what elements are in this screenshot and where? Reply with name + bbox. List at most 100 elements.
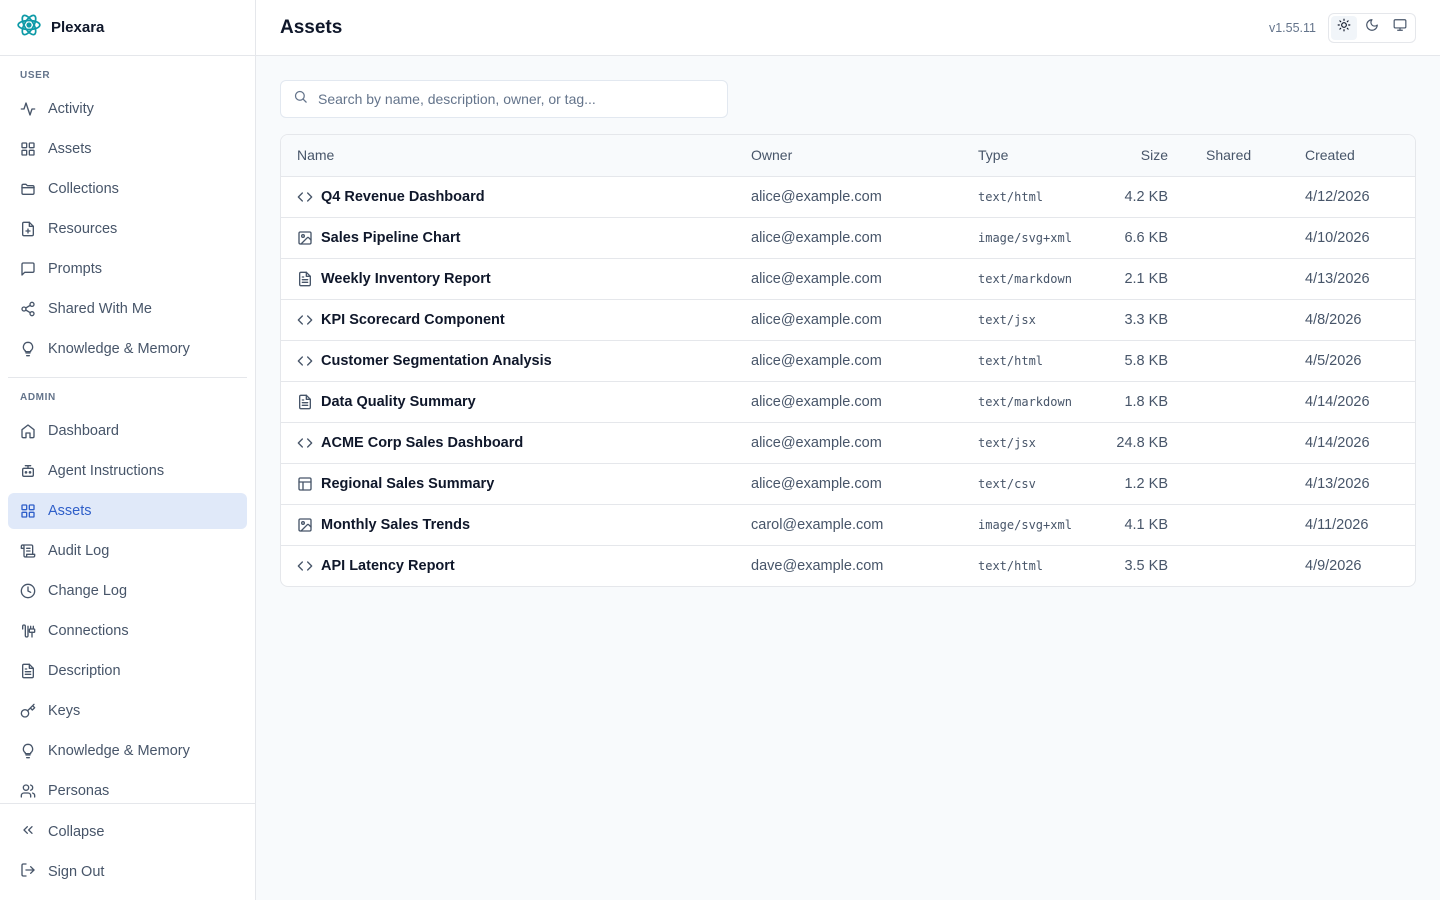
column-header-shared[interactable]: Shared [1184,135,1289,177]
assets-table: Name Owner Type Size Shared Created Q4 R… [280,134,1416,587]
page-title: Assets [280,16,343,38]
table-row[interactable]: Monthly Sales Trends carol@example.com ima… [281,504,1415,546]
sidebar-item-admin-keys[interactable]: Keys [8,693,247,729]
name-cell: API Latency Report [281,545,735,586]
activity-icon [20,101,36,117]
collapse-label: Collapse [48,824,105,840]
created-cell: 4/10/2026 [1289,217,1415,259]
sidebar-item-label: Prompts [48,261,102,277]
type-cell: text/html [962,340,1092,382]
asset-name[interactable]: Customer Segmentation Analysis [321,353,552,369]
table-row[interactable]: Regional Sales Summary alice@example.com t… [281,463,1415,505]
system-theme-button[interactable] [1387,16,1413,40]
sidebar-item-prompts[interactable]: Prompts [8,251,247,287]
name-cell: Weekly Inventory Report [281,258,735,300]
sidebar-item-admin-dashboard[interactable]: Dashboard [8,413,247,449]
sidebar-item-label: Activity [48,101,94,117]
owner-cell: dave@example.com [751,557,884,574]
code-icon [297,189,313,205]
asset-name[interactable]: Monthly Sales Trends [321,517,470,533]
log-out-icon [20,862,36,882]
sidebar-item-admin-personas[interactable]: Personas [8,773,247,803]
column-header-created[interactable]: Created [1289,135,1415,177]
sidebar-item-label: Knowledge & Memory [48,341,190,357]
type-value: text/csv [978,476,1036,491]
name-cell: Data Quality Summary [281,381,735,423]
shared-cell [1184,258,1289,300]
search-box [280,80,728,118]
size-cell: 3.5 KB [1124,557,1168,574]
table-row[interactable]: KPI Scorecard Component alice@example.com… [281,299,1415,341]
owner-cell: alice@example.com [735,422,962,464]
sidebar-item-admin-audit-log[interactable]: Audit Log [8,533,247,569]
asset-name[interactable]: API Latency Report [321,558,455,574]
sidebar-item-label: Audit Log [48,543,110,559]
sidebar-nav: USER Activity Assets Collections Resources P… [0,56,255,803]
sidebar: Plexara USER Activity Assets Collections Re… [0,0,256,900]
sidebar-item-label: Assets [48,141,92,157]
asset-name[interactable]: Data Quality Summary [321,394,476,410]
sidebar-item-activity[interactable]: Activity [8,91,247,127]
type-value: text/html [978,353,1044,368]
sidebar-item-label: Assets [48,503,92,519]
sidebar-item-shared-with-me[interactable]: Shared With Me [8,291,247,327]
folder-icon [20,181,36,197]
type-value: text/jsx [978,312,1036,327]
owner-cell: alice@example.com [735,299,962,341]
type-cell: text/markdown [962,381,1092,423]
sidebar-item-admin-knowledge-and-memory[interactable]: Knowledge & Memory [8,733,247,769]
table-row[interactable]: Q4 Revenue Dashboard alice@example.com tex… [281,176,1415,218]
type-cell: text/csv [962,463,1092,505]
dark-theme-button[interactable] [1359,16,1385,40]
sidebar-item-admin-agent-instructions[interactable]: Agent Instructions [8,453,247,489]
asset-name[interactable]: Regional Sales Summary [321,476,494,492]
sidebar-item-collections[interactable]: Collections [8,171,247,207]
sidebar-item-assets[interactable]: Assets [8,131,247,167]
asset-name[interactable]: Q4 Revenue Dashboard [321,189,485,205]
search-input[interactable] [318,91,715,107]
file-text-icon [297,271,313,287]
sidebar-item-admin-description[interactable]: Description [8,653,247,689]
table-row[interactable]: Sales Pipeline Chart alice@example.com ima… [281,217,1415,259]
table-row[interactable]: ACME Corp Sales Dashboard alice@example.c… [281,422,1415,464]
scroll-icon [20,543,36,559]
column-header-type[interactable]: Type [962,135,1092,177]
shared-cell [1184,381,1289,423]
sign-out-button[interactable]: Sign Out [8,854,247,890]
column-header-size[interactable]: Size [1092,135,1184,177]
version-label: v1.55.11 [1268,20,1316,35]
table-row[interactable]: Data Quality Summary alice@example.com tex… [281,381,1415,423]
clock-icon [20,583,36,599]
chevrons-left-icon [20,822,36,842]
shared-cell [1184,217,1289,259]
brand[interactable]: Plexara [0,0,255,56]
sidebar-item-admin-change-log[interactable]: Change Log [8,573,247,609]
theme-toggle [1328,12,1416,43]
asset-name[interactable]: ACME Corp Sales Dashboard [321,435,523,451]
sidebar-item-label: Agent Instructions [48,463,165,479]
table-row[interactable]: Customer Segmentation Analysis alice@exam… [281,340,1415,382]
sidebar-item-resources[interactable]: Resources [8,211,247,247]
created-cell: 4/12/2026 [1289,176,1415,218]
created-cell: 4/9/2026 [1305,557,1362,574]
topbar-right: v1.55.11 [1268,12,1416,43]
created-cell: 4/8/2026 [1289,299,1415,341]
table-row[interactable]: Weekly Inventory Report alice@example.com… [281,258,1415,300]
column-header-owner[interactable]: Owner [735,135,962,177]
collapse-button[interactable]: Collapse [8,814,247,850]
table-row[interactable]: API Latency Report dave@example.com text/h… [281,545,1415,586]
asset-name[interactable]: Weekly Inventory Report [321,271,491,287]
type-cell: text/html [962,545,1092,586]
light-theme-button[interactable] [1331,15,1357,40]
sidebar-item-admin-connections[interactable]: Connections [8,613,247,649]
sign-out-label: Sign Out [48,864,105,880]
moon-icon [1365,18,1379,37]
asset-name[interactable]: Sales Pipeline Chart [321,230,460,246]
lightbulb-icon [20,341,36,357]
section-label-admin: ADMIN [20,392,56,403]
sidebar-item-admin-assets[interactable]: Assets [8,493,247,529]
column-header-name[interactable]: Name [281,135,735,177]
grid-icon [20,141,36,157]
sidebar-item-knowledge-and-memory[interactable]: Knowledge & Memory [8,331,247,367]
asset-name[interactable]: KPI Scorecard Component [321,312,505,328]
